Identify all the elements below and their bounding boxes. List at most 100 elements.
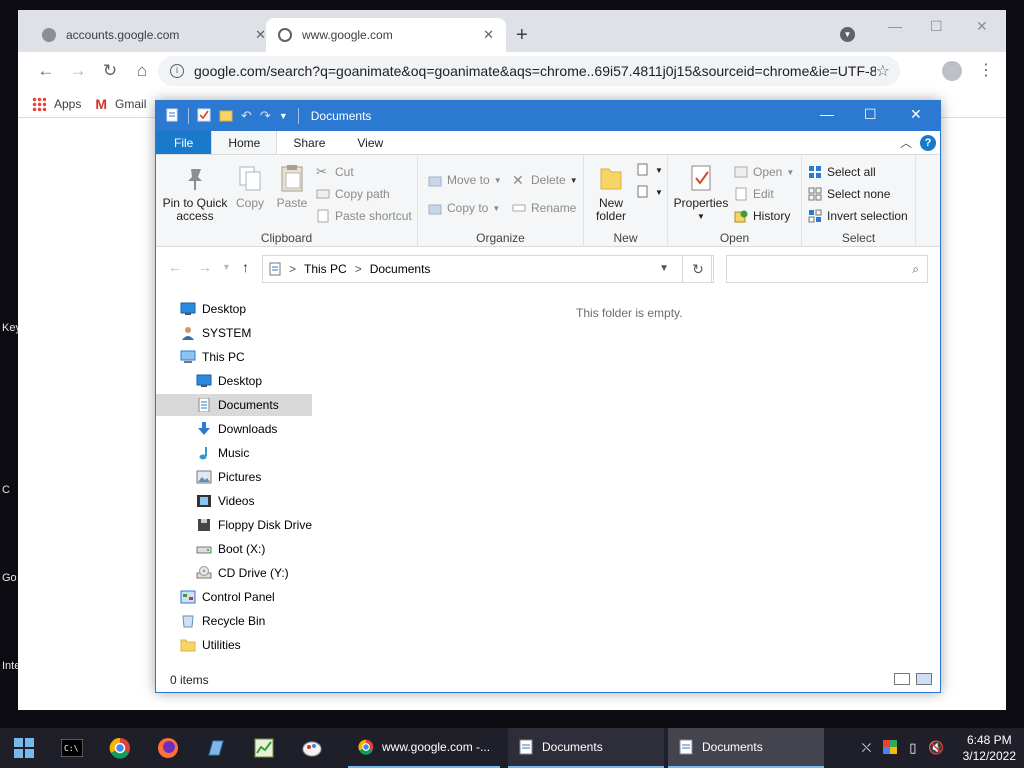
edit-button[interactable]: Edit: [734, 187, 774, 201]
nav-item[interactable]: Recycle Bin: [156, 610, 312, 632]
paste-button[interactable]: Paste: [272, 163, 312, 210]
chevron-down-icon[interactable]: ▼: [659, 263, 669, 274]
profile-avatar-icon[interactable]: [942, 61, 962, 81]
tab-www-google[interactable]: www.google.com ✕: [266, 18, 506, 52]
maximize-button[interactable]: ☐: [930, 18, 943, 35]
taskbar-documents-task-active[interactable]: Documents: [668, 728, 824, 768]
easy-access-button[interactable]: ▼: [636, 185, 663, 199]
nav-item[interactable]: Documents: [156, 394, 312, 416]
nav-item[interactable]: Desktop: [156, 298, 312, 320]
back-arrow-icon[interactable]: ←: [168, 259, 182, 275]
copy-path-button[interactable]: Copy path: [316, 187, 390, 201]
history-button[interactable]: History: [734, 209, 790, 223]
tab-accounts-google[interactable]: accounts.google.com ✕: [30, 18, 278, 52]
help-icon[interactable]: ?: [920, 135, 936, 151]
back-arrow-icon[interactable]: ←: [30, 61, 62, 81]
display-icon[interactable]: [883, 739, 898, 757]
nav-item[interactable]: Downloads: [156, 418, 312, 440]
new-folder-button[interactable]: New folder: [588, 163, 634, 223]
maximize-button[interactable]: ☐: [864, 106, 877, 123]
windows-start-icon[interactable]: [0, 728, 48, 768]
tab-view[interactable]: View: [341, 131, 399, 154]
volume-muted-icon[interactable]: 🔇: [928, 740, 944, 756]
clock[interactable]: 6:48 PM 3/12/2022: [963, 732, 1016, 764]
properties-button[interactable]: Properties ▼: [672, 163, 730, 223]
minimize-button[interactable]: —: [820, 106, 834, 122]
nav-item[interactable]: This PC: [156, 346, 312, 368]
search-input[interactable]: ⌕: [726, 255, 928, 283]
delete-button[interactable]: ✕ Delete ▼: [512, 173, 578, 187]
close-window-button[interactable]: ✕: [910, 106, 922, 123]
select-all-button[interactable]: Select all: [808, 165, 876, 179]
pin-quick-access-button[interactable]: Pin to Quick access: [162, 163, 228, 223]
reload-icon[interactable]: ↻: [94, 61, 126, 81]
recent-locations-icon[interactable]: ▼: [222, 262, 231, 272]
task-manager-icon[interactable]: [240, 728, 288, 768]
move-to-button[interactable]: Move to ▼: [428, 173, 502, 187]
details-view-icon[interactable]: [894, 673, 910, 685]
new-item-button[interactable]: ▼: [636, 163, 663, 177]
cut-button[interactable]: ✂ Cut: [316, 165, 354, 180]
network-icon[interactable]: ⛌: [862, 740, 872, 756]
app-icon[interactable]: [192, 728, 240, 768]
breadcrumb-documents[interactable]: Documents: [370, 262, 431, 276]
bookmark-star-icon[interactable]: ☆: [876, 61, 890, 81]
command-prompt-icon[interactable]: C:\: [48, 728, 96, 768]
nav-item[interactable]: Control Panel: [156, 586, 312, 608]
copy-button[interactable]: Copy: [232, 163, 268, 210]
forward-arrow-icon[interactable]: →: [198, 259, 212, 275]
close-tab-icon[interactable]: ✕: [255, 27, 266, 43]
up-arrow-icon[interactable]: ↑: [242, 259, 249, 275]
select-none-button[interactable]: Select none: [808, 187, 890, 201]
address-box[interactable]: > This PC > Documents ▼: [262, 255, 712, 283]
nav-item[interactable]: Utilities: [156, 634, 312, 656]
breadcrumb-this-pc[interactable]: This PC: [304, 262, 347, 276]
new-folder-qat-icon[interactable]: [219, 108, 233, 125]
nav-item[interactable]: Boot (X:): [156, 538, 312, 560]
refresh-button[interactable]: ↻: [682, 255, 714, 283]
url-text[interactable]: google.com/search?q=goanimate&oq=goanima…: [194, 63, 876, 79]
tab-share[interactable]: Share: [277, 131, 341, 154]
nav-item[interactable]: Music: [156, 442, 312, 464]
invert-selection-button[interactable]: Invert selection: [808, 209, 908, 223]
paint-icon[interactable]: [288, 728, 336, 768]
checkbox-icon[interactable]: [197, 108, 211, 125]
collapse-ribbon-icon[interactable]: ︿: [900, 134, 912, 151]
tab-file[interactable]: File: [156, 131, 212, 154]
menu-dots-icon[interactable]: ⋮: [978, 60, 994, 80]
taskbar-chrome-task[interactable]: www.google.com -...: [348, 728, 500, 768]
nav-item[interactable]: SYSTEM: [156, 322, 312, 344]
rename-button[interactable]: Rename: [512, 201, 576, 215]
chevron-down-icon[interactable]: ▼: [279, 111, 288, 121]
nav-item[interactable]: CD Drive (Y:): [156, 562, 312, 584]
nav-item[interactable]: Videos: [156, 490, 312, 512]
address-bar[interactable]: i google.com/search?q=goanimate&oq=goani…: [158, 56, 900, 86]
videos-icon: [196, 494, 212, 508]
bookmark-gmail[interactable]: M Gmail: [95, 96, 146, 112]
undo-icon[interactable]: ↶: [241, 108, 252, 124]
chrome-icon[interactable]: [96, 728, 144, 768]
tab-search-icon[interactable]: ▼: [840, 27, 855, 42]
home-icon[interactable]: ⌂: [126, 61, 158, 81]
copy-to-button[interactable]: Copy to ▼: [428, 201, 500, 215]
minimize-button[interactable]: —: [888, 18, 902, 34]
tab-home[interactable]: Home: [211, 131, 278, 154]
close-window-button[interactable]: ✕: [976, 18, 988, 35]
paste-shortcut-button[interactable]: Paste shortcut: [316, 209, 412, 223]
file-properties-icon[interactable]: [166, 108, 178, 125]
battery-icon[interactable]: ▯: [909, 740, 916, 756]
nav-item[interactable]: Floppy Disk Drive: [156, 514, 312, 536]
firefox-icon[interactable]: [144, 728, 192, 768]
large-icons-view-icon[interactable]: [916, 673, 932, 685]
forward-arrow-icon[interactable]: →: [62, 61, 94, 81]
nav-item[interactable]: Pictures: [156, 466, 312, 488]
close-tab-icon[interactable]: ✕: [483, 27, 494, 43]
explorer-titlebar[interactable]: ↶ ↷ ▼ Documents — ☐ ✕: [156, 101, 940, 131]
bookmark-apps[interactable]: Apps: [32, 96, 81, 111]
open-button[interactable]: Open ▼: [734, 165, 794, 179]
redo-icon[interactable]: ↷: [260, 108, 271, 124]
taskbar-documents-task[interactable]: Documents: [508, 728, 664, 768]
nav-item[interactable]: Desktop: [156, 370, 312, 392]
new-tab-button[interactable]: +: [516, 24, 528, 47]
site-info-icon[interactable]: i: [170, 64, 184, 78]
